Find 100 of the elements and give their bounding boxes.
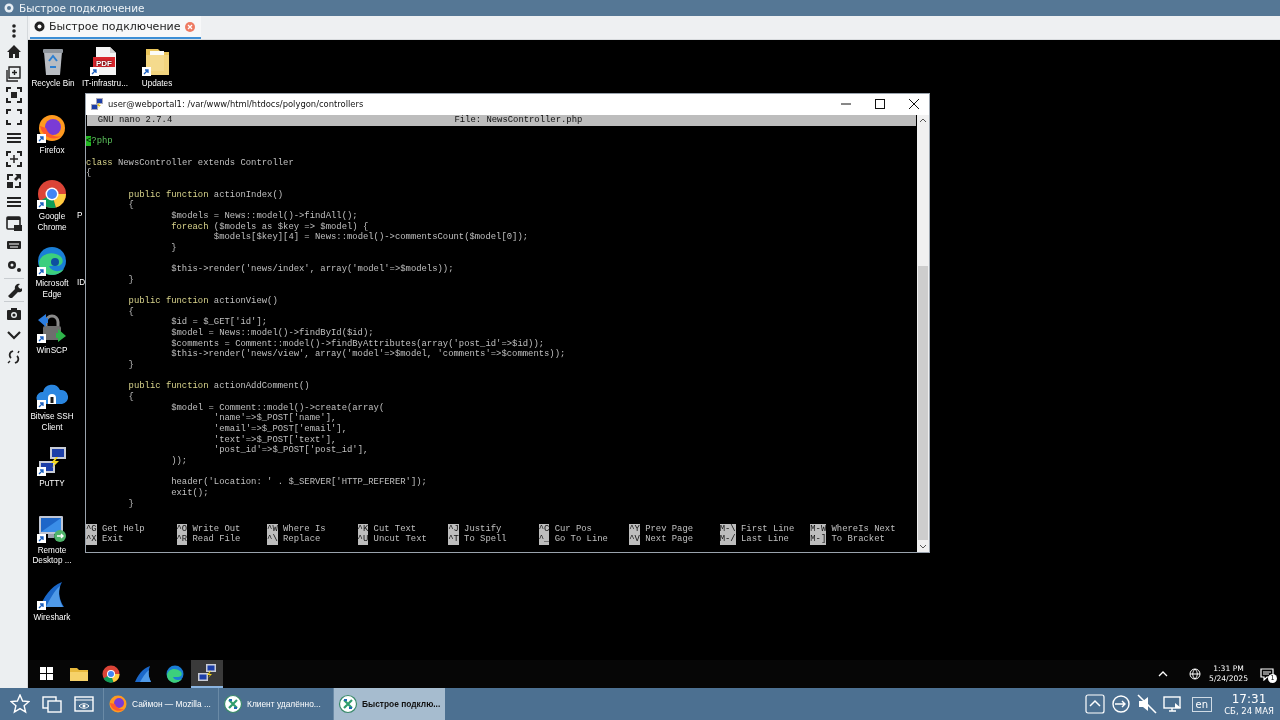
connection-icon xyxy=(338,694,358,714)
window-title: Быстрое подключение xyxy=(19,2,145,14)
shortcut-label: Read File xyxy=(192,534,241,545)
window-title: user@webportal1: /var/www/html/htdocs/polygon/controllers xyxy=(108,98,365,109)
code-line: { xyxy=(127,392,134,403)
shortcut-label: Next Page xyxy=(645,534,694,545)
taskbar-task[interactable]: Саймон — Mozilla ... xyxy=(103,688,215,720)
clock[interactable]: 17:31 СБ, 24 МАЯ xyxy=(1218,692,1280,716)
desktop-shortcut[interactable]: Wireshark xyxy=(33,578,71,623)
desktop-shortcut[interactable]: Recycle Bin xyxy=(31,45,75,90)
code-line: { xyxy=(86,168,92,179)
network-icon[interactable] xyxy=(1110,694,1131,714)
close-icon xyxy=(909,98,919,109)
file-name: File: NewsController.php xyxy=(454,115,583,126)
shortcut-key: ^O xyxy=(176,523,188,535)
shortcut-label: To Spell xyxy=(464,534,507,545)
scrollbar[interactable] xyxy=(917,115,929,552)
shortcut-label: Cut Text xyxy=(373,523,417,535)
shortcut-key: ^X xyxy=(86,534,97,545)
shortcut-label: Uncut Text xyxy=(373,534,427,545)
taskbar-app-button[interactable] xyxy=(191,660,223,688)
shortcut-key: ^U xyxy=(357,534,369,545)
code-line: public function actionAddComment() xyxy=(127,381,310,392)
shortcut-label: Go To Line xyxy=(554,534,608,545)
new-window-icon[interactable] xyxy=(5,65,22,82)
code-line: $model = News::model()->findById($id); xyxy=(170,328,374,339)
edge-icon xyxy=(36,245,68,278)
favorites-star-icon[interactable] xyxy=(10,694,30,714)
shortcut-label: Prev Page xyxy=(645,523,694,535)
notification-icon[interactable] xyxy=(1260,667,1274,681)
shortcut-label: Get Help xyxy=(101,523,145,534)
close-icon[interactable] xyxy=(184,21,195,32)
code-line: 'name'=>$_POST['name'], xyxy=(212,413,337,424)
windows-overview-icon[interactable] xyxy=(42,694,62,714)
code-line: $comments = Comment::model()->findByAttributes(array('post_id'=>$id)); xyxy=(170,338,545,349)
shortcut-label: Write Out xyxy=(192,523,241,534)
connection-icon xyxy=(223,694,243,714)
shortcut-key: ^G xyxy=(86,523,97,535)
chrome-icon xyxy=(101,664,121,684)
desktop-shortcut[interactable]: Updates xyxy=(141,45,173,90)
show-desktop-icon[interactable] xyxy=(74,694,94,714)
settings-icon[interactable] xyxy=(5,258,22,275)
monitor-icon[interactable] xyxy=(1162,694,1183,714)
shortcut-label: WhereIs Next xyxy=(831,523,896,534)
home-icon[interactable] xyxy=(5,44,22,61)
code-line: $models = News::model()->findAll(); xyxy=(170,210,358,222)
code-line: class NewsController extends Controller xyxy=(86,157,294,168)
globe-icon[interactable] xyxy=(1189,668,1202,680)
desktop-shortcut[interactable]: Remote Desktop ... xyxy=(28,511,76,567)
shortcut-key: ^\ xyxy=(267,534,278,545)
selection-icon[interactable] xyxy=(5,151,22,168)
desktop-shortcut[interactable]: WinSCP xyxy=(36,311,68,357)
desktop-shortcut-label: P xyxy=(77,211,83,220)
shortcut-key: ^R xyxy=(176,534,188,545)
code-line: header('Location: ' . $_SERVER['HTTP_REFERER']); xyxy=(170,477,427,488)
code-line: } xyxy=(127,498,134,510)
window-icon[interactable] xyxy=(5,215,22,232)
fullscreen-icon[interactable] xyxy=(5,108,22,125)
padlock-icon xyxy=(36,311,68,344)
camera-icon[interactable] xyxy=(5,305,22,322)
screenshot-icon[interactable] xyxy=(5,87,22,104)
shortcut-label: First Line xyxy=(741,523,795,534)
taskbar-task[interactable]: Клиент удалённо... xyxy=(218,688,330,720)
code-line: 'post_id'=>$_POST['post_id'], xyxy=(212,445,369,456)
chrome-icon xyxy=(36,178,68,211)
desktop-shortcut[interactable]: Firefox xyxy=(36,111,68,157)
code-line: } xyxy=(170,242,177,254)
shortcut-key: ^Y xyxy=(629,523,640,535)
code-line: $models[$key][4] = News::model()->commentsCount($model[0]); xyxy=(212,232,529,243)
shark-fin-icon xyxy=(133,664,153,684)
desktop-shortcut[interactable]: PuTTY xyxy=(36,445,68,490)
code-line: $this->render('news/index', array('model'=>$models)); xyxy=(170,264,454,275)
code-line: $model = Comment::model()->create(array( xyxy=(170,402,385,413)
muted-speaker-icon[interactable] xyxy=(1136,694,1157,714)
tab[interactable]: Быстрое подключение xyxy=(30,16,201,39)
shortcut-key: M-/ xyxy=(719,534,736,545)
desktop-shortcut[interactable]: Google Chrome xyxy=(28,178,76,234)
code-line: $id = $_GET['id']; xyxy=(170,317,268,328)
shortcut-label: Where Is xyxy=(283,523,326,534)
shortcut-label: Justify xyxy=(464,523,502,534)
shortcut-key: ^W xyxy=(267,523,278,535)
desktop-shortcut[interactable]: Bitvise SSH Client xyxy=(28,378,76,434)
putty-computers-icon xyxy=(90,96,104,111)
code-line: exit(); xyxy=(170,487,209,499)
shortcut-label: Last Line xyxy=(741,534,789,545)
edge-icon xyxy=(165,664,185,684)
desktop-shortcut[interactable]: PDF IT-infrastru... xyxy=(82,45,128,90)
shortcut-key: M-] xyxy=(810,534,827,545)
desktop-shortcut[interactable]: Microsoft Edge xyxy=(28,245,76,301)
resize-icon[interactable] xyxy=(5,172,22,189)
disconnect-icon[interactable] xyxy=(5,348,22,365)
shortcut-label: Cur Pos xyxy=(554,523,592,534)
app-logo-icon xyxy=(4,3,14,13)
maximize-icon xyxy=(875,98,885,109)
code-line: } xyxy=(127,274,134,286)
taskbar-task[interactable]: Быстрое подклю... xyxy=(333,688,445,720)
code-line: 'text'=>$_POST['text'], xyxy=(212,434,337,445)
code-line: $this->render('news/view', array('model'=>$model, 'comments'=>$comments)); xyxy=(170,349,566,361)
keyboard-layout[interactable]: en xyxy=(1191,696,1212,712)
shortcut-key: ^K xyxy=(357,523,369,535)
